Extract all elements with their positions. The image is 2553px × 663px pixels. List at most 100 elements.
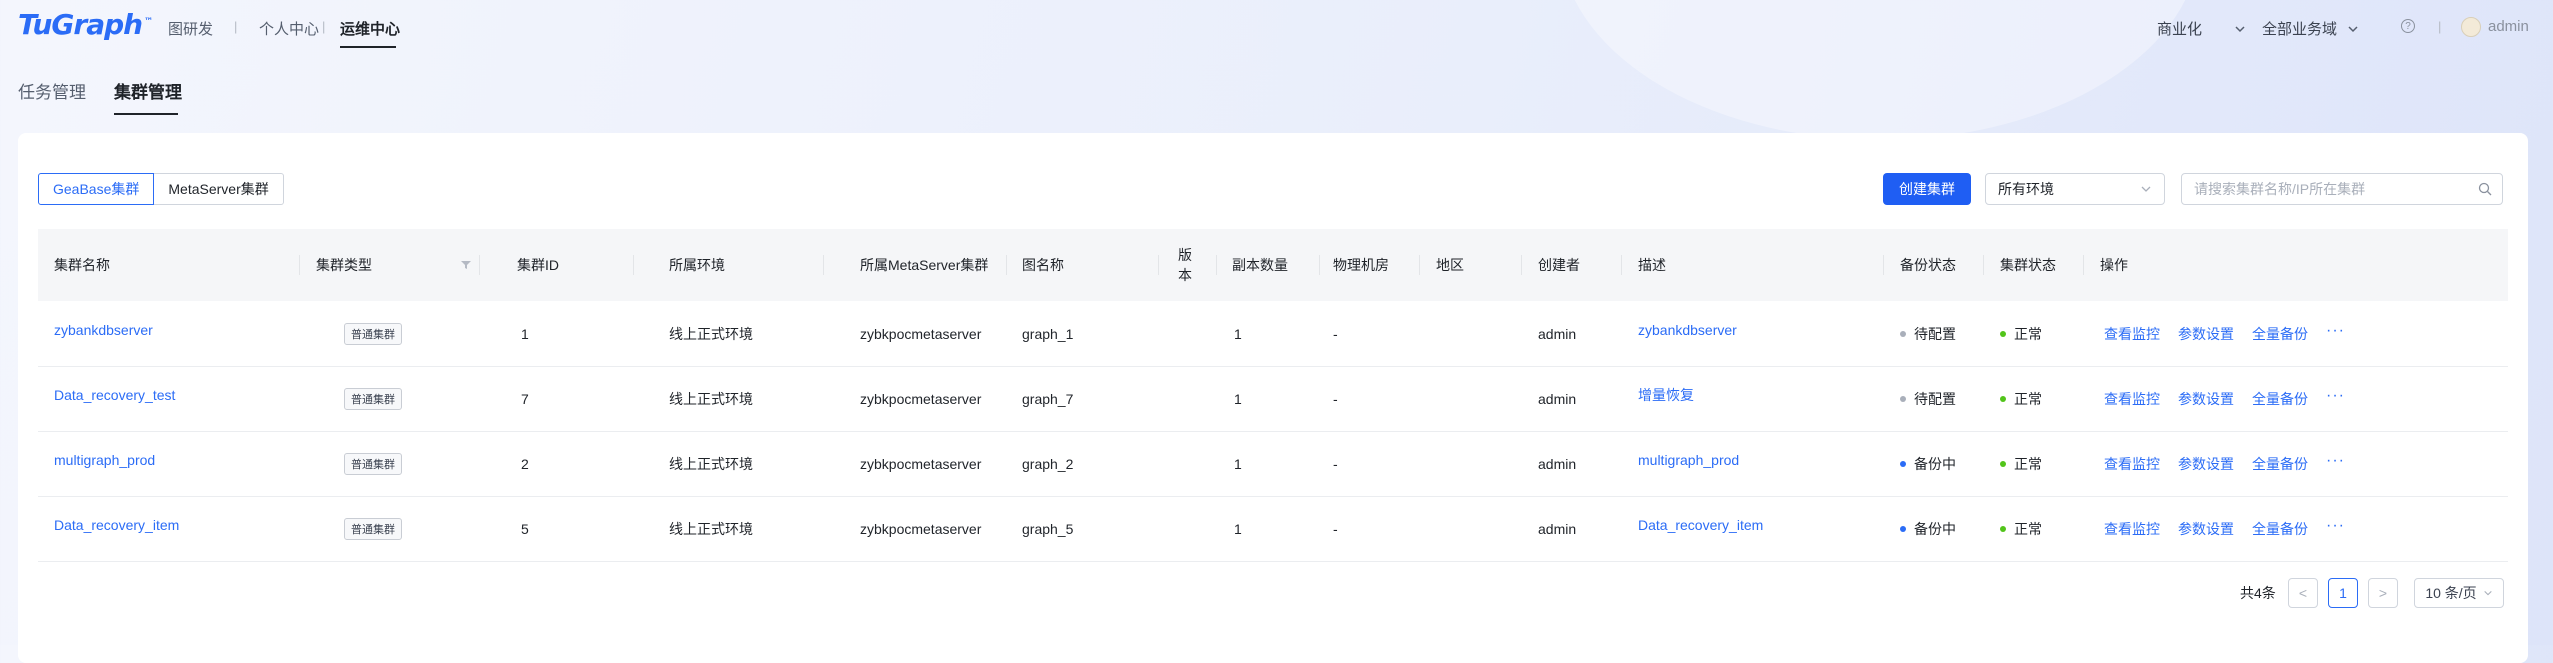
more-actions-icon[interactable]: ···	[2326, 387, 2345, 405]
description-link[interactable]: multigraph_prod	[1638, 427, 1739, 492]
description-link[interactable]: zybankdbserver	[1638, 297, 1737, 362]
commercial-dropdown[interactable]: 商业化	[2157, 18, 2246, 39]
replicas-cell: 1	[1234, 325, 1242, 342]
column-divider	[2083, 255, 2084, 275]
segment-geabase[interactable]: GeaBase集群	[38, 173, 155, 205]
backup-status-text: 待配置	[1914, 390, 1956, 407]
column-header-creator: 创建者	[1538, 257, 1580, 273]
cluster-name-link[interactable]: zybankdbserver	[54, 297, 153, 362]
metaserver-cell: zybkpocmetaserver	[860, 455, 982, 472]
column-header-region: 地区	[1436, 257, 1464, 273]
nav-item-graph-dev[interactable]: 图研发	[168, 18, 213, 39]
cluster-type-segmented: GeaBase集群 MetaServer集群	[38, 173, 284, 205]
more-actions-icon[interactable]: ···	[2326, 452, 2345, 470]
column-divider	[1319, 255, 1320, 275]
full-backup-link[interactable]: 全量备份	[2252, 389, 2308, 409]
cluster-name-link[interactable]: multigraph_prod	[54, 427, 155, 492]
cluster-card: GeaBase集群 MetaServer集群 创建集群 所有环境 集群名称 集群…	[18, 133, 2528, 663]
full-backup-link[interactable]: 全量备份	[2252, 454, 2308, 474]
column-divider	[1216, 255, 1217, 275]
cluster-name-link[interactable]: Data_recovery_test	[54, 362, 175, 427]
column-header-version: 版 本	[1178, 229, 1192, 301]
row-actions: 查看监控 参数设置 全量备份 ···	[2104, 301, 2345, 366]
table-row: zybankdbserver 普通集群 1 线上正式环境 zybkpocmeta…	[38, 301, 2508, 367]
segment-metaserver[interactable]: MetaServer集群	[154, 173, 284, 205]
filter-icon[interactable]	[461, 260, 471, 270]
parameter-settings-link[interactable]: 参数设置	[2178, 454, 2234, 474]
status-dot	[1900, 525, 1906, 532]
pagination-total: 共4条	[2240, 585, 2276, 601]
column-divider	[1883, 255, 1884, 275]
column-header-cluster-type: 集群类型	[316, 257, 372, 273]
column-header-description: 描述	[1638, 257, 1666, 273]
view-monitor-link[interactable]: 查看监控	[2104, 324, 2160, 344]
view-monitor-link[interactable]: 查看监控	[2104, 454, 2160, 474]
chevron-down-icon	[2483, 590, 2492, 596]
status-dot	[2000, 460, 2006, 467]
pagination-page-1[interactable]: 1	[2328, 578, 2358, 608]
cluster-id-cell: 2	[521, 455, 529, 472]
description-link[interactable]: 增量恢复	[1638, 362, 1694, 427]
view-monitor-link[interactable]: 查看监控	[2104, 389, 2160, 409]
nav-active-underline	[340, 46, 396, 48]
metaserver-cell: zybkpocmetaserver	[860, 325, 982, 342]
full-backup-link[interactable]: 全量备份	[2252, 519, 2308, 539]
cluster-type-cell: 普通集群	[344, 301, 402, 366]
tab-task-management[interactable]: 任务管理	[18, 78, 86, 103]
tab-cluster-management[interactable]: 集群管理	[114, 78, 182, 103]
status-dot	[2000, 395, 2006, 402]
page-size-select[interactable]: 10 条/页	[2414, 578, 2504, 608]
pagination-prev-button[interactable]: <	[2288, 578, 2318, 608]
description-link[interactable]: Data_recovery_item	[1638, 492, 1763, 557]
status-dot	[2000, 525, 2006, 532]
column-header-replicas: 副本数量	[1232, 257, 1288, 273]
column-divider	[1621, 255, 1622, 275]
username[interactable]: admin	[2488, 18, 2529, 35]
more-actions-icon[interactable]: ···	[2326, 322, 2345, 340]
parameter-settings-link[interactable]: 参数设置	[2178, 519, 2234, 539]
pagination-next-button[interactable]: >	[2368, 578, 2398, 608]
column-header-cluster-id: 集群ID	[517, 257, 559, 273]
environment-select-value: 所有环境	[1998, 181, 2054, 197]
metaserver-cell: zybkpocmetaserver	[860, 390, 982, 407]
column-header-backup-status: 备份状态	[1900, 257, 1956, 273]
commercial-label: 商业化	[2157, 21, 2203, 38]
full-backup-link[interactable]: 全量备份	[2252, 324, 2308, 344]
tugraph-logo[interactable]: TuGraph ™	[18, 8, 153, 41]
cluster-status-text: 正常	[2014, 455, 2042, 472]
question-circle-icon[interactable]: ?	[2401, 19, 2415, 33]
environment-cell: 线上正式环境	[669, 390, 753, 407]
more-actions-icon[interactable]: ···	[2326, 517, 2345, 535]
column-header-cluster-name: 集群名称	[54, 257, 110, 273]
table-row: Data_recovery_item 普通集群 5 线上正式环境 zybkpoc…	[38, 496, 2508, 562]
nav-item-personal-center[interactable]: 个人中心	[259, 18, 319, 39]
column-divider	[1983, 255, 1984, 275]
nav-item-ops-center[interactable]: 运维中心	[340, 18, 400, 39]
parameter-settings-link[interactable]: 参数设置	[2178, 389, 2234, 409]
search-icon[interactable]	[2478, 182, 2492, 196]
avatar[interactable]	[2461, 17, 2481, 37]
search-input[interactable]	[2192, 180, 2478, 198]
cluster-search	[2181, 173, 2503, 205]
metaserver-cell: zybkpocmetaserver	[860, 520, 982, 537]
cluster-id-cell: 1	[521, 325, 529, 342]
create-cluster-button[interactable]: 创建集群	[1883, 173, 1971, 205]
cluster-id-cell: 5	[521, 520, 529, 537]
cluster-name-link[interactable]: Data_recovery_item	[54, 492, 179, 557]
cluster-status-cell: 正常	[2000, 496, 2042, 561]
cluster-type-cell: 普通集群	[344, 496, 402, 561]
machine-room-cell: -	[1333, 325, 1338, 342]
table-row: Data_recovery_test 普通集群 7 线上正式环境 zybkpoc…	[38, 366, 2508, 432]
machine-room-cell: -	[1333, 455, 1338, 472]
business-domain-dropdown[interactable]: 全部业务域	[2262, 18, 2359, 39]
replicas-cell: 1	[1234, 520, 1242, 537]
view-monitor-link[interactable]: 查看监控	[2104, 519, 2160, 539]
column-header-machine-room: 物理机房	[1333, 257, 1389, 273]
status-dot	[1900, 395, 1906, 402]
replicas-cell: 1	[1234, 390, 1242, 407]
cluster-status-cell: 正常	[2000, 431, 2042, 496]
environment-select[interactable]: 所有环境	[1985, 173, 2165, 205]
environment-cell: 线上正式环境	[669, 520, 753, 537]
parameter-settings-link[interactable]: 参数设置	[2178, 324, 2234, 344]
graph-name-cell: graph_5	[1022, 520, 1074, 537]
